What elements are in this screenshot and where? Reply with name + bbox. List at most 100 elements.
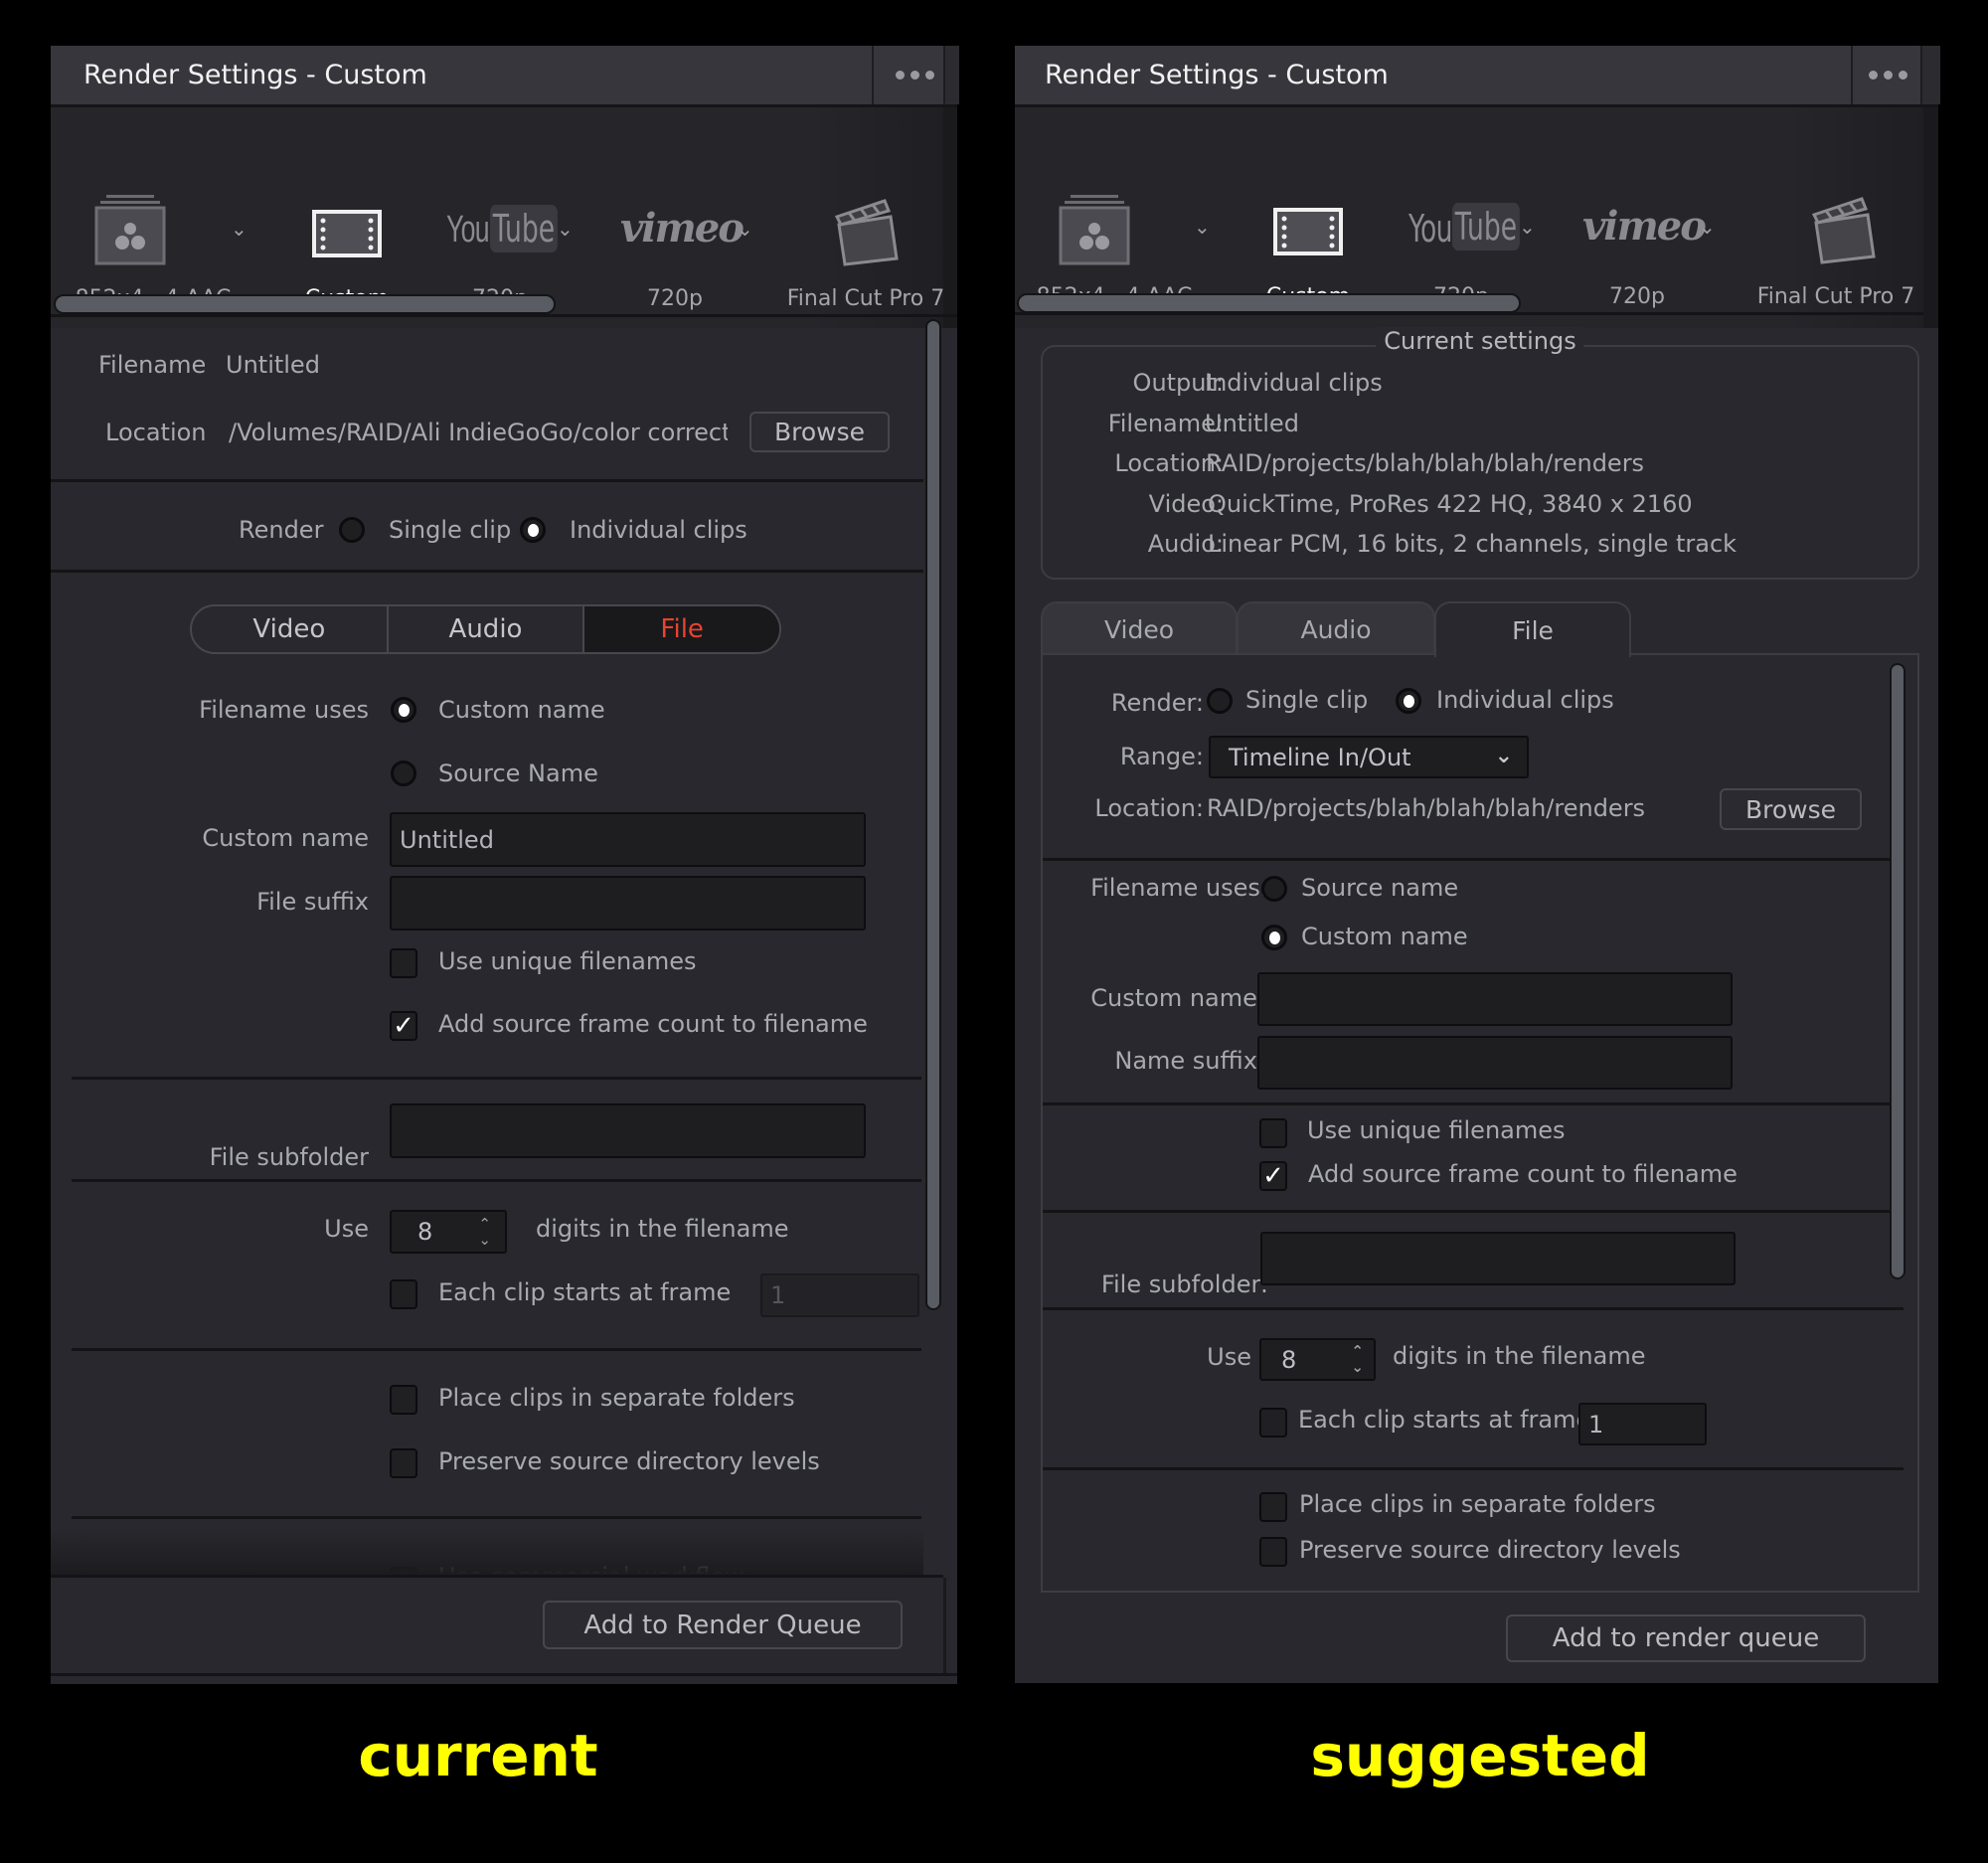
- render-individual-clips-radio[interactable]: [1396, 688, 1421, 714]
- separate-folders-checkbox[interactable]: [1259, 1492, 1287, 1522]
- name-suffix-input[interactable]: [1257, 1036, 1733, 1090]
- divider: [72, 1077, 921, 1080]
- digits-stepper[interactable]: 8 ⌃ ⌄: [390, 1210, 507, 1254]
- file-subfolder-input[interactable]: [390, 1103, 866, 1158]
- separate-folders-label[interactable]: Place clips in separate folders: [438, 1384, 795, 1412]
- render-individual-clips-radio[interactable]: [520, 517, 546, 543]
- custom-name-option-label[interactable]: Custom name: [438, 696, 605, 724]
- scroll-fade: [51, 1527, 923, 1575]
- render-individual-clips-label[interactable]: Individual clips: [570, 516, 747, 544]
- tab-audio[interactable]: Audio: [389, 606, 585, 652]
- filename-uses-label: Filename uses:: [1090, 874, 1268, 902]
- settings-vertical-scrollbar[interactable]: [925, 319, 941, 1310]
- custom-name-radio[interactable]: [1261, 925, 1287, 950]
- add-frame-count-label[interactable]: Add source frame count to filename: [1308, 1160, 1738, 1188]
- add-frame-count-label[interactable]: Add source frame count to filename: [438, 1010, 868, 1038]
- render-single-clip-radio[interactable]: [339, 517, 365, 543]
- panel-header: Render Settings - Custom: [1015, 46, 1940, 107]
- tab-video[interactable]: Video: [1041, 601, 1238, 655]
- preset-dropdown-chevron-icon[interactable]: ⌄: [1194, 215, 1211, 239]
- preset-final-cut-pro-7[interactable]: [1808, 197, 1878, 264]
- footer-edge: [943, 1578, 946, 1673]
- vimeo-logo[interactable]: vimeo: [620, 205, 745, 252]
- footer-divider: [51, 1575, 943, 1578]
- each-clip-starts-label[interactable]: Each clip starts at frame: [1298, 1406, 1590, 1434]
- separate-folders-label[interactable]: Place clips in separate folders: [1299, 1490, 1656, 1518]
- preset-852x4-aac[interactable]: [90, 195, 170, 266]
- film-strip-icon: [312, 210, 382, 257]
- ellipsis-icon: [1868, 71, 1907, 80]
- summary-filename-value: Untitled: [1205, 410, 1299, 437]
- preset-dropdown-chevron-icon[interactable]: ⌄: [231, 217, 248, 241]
- preset-horizontal-scrollbar[interactable]: [54, 294, 556, 314]
- use-digits-prefix: Use: [324, 1215, 369, 1243]
- tab-audio[interactable]: Audio: [1237, 601, 1435, 655]
- tab-file[interactable]: File: [1434, 601, 1631, 657]
- use-unique-filenames-checkbox[interactable]: [390, 948, 417, 978]
- use-unique-filenames-label[interactable]: Use unique filenames: [438, 947, 697, 975]
- preset-dropdown-chevron-icon[interactable]: ⌄: [1519, 215, 1536, 239]
- each-clip-starts-checkbox[interactable]: [1259, 1408, 1287, 1438]
- location-label: Location:: [1094, 794, 1204, 822]
- browse-button[interactable]: Browse: [1720, 788, 1862, 830]
- preset-horizontal-scrollbar[interactable]: [1017, 293, 1521, 313]
- preset-custom[interactable]: [312, 210, 382, 257]
- preset-label: Final Cut Pro 7: [1756, 284, 1915, 309]
- youtube-logo-you: You: [1408, 207, 1452, 251]
- source-name-radio[interactable]: [391, 761, 416, 786]
- preset-852x4-aac[interactable]: [1055, 195, 1134, 266]
- youtube-logo-you: You: [446, 209, 489, 251]
- youtube-logo[interactable]: You Tube: [446, 205, 558, 256]
- options-menu-button[interactable]: [1851, 46, 1922, 104]
- start-frame-input[interactable]: 1: [760, 1273, 919, 1317]
- render-single-clip-radio[interactable]: [1207, 688, 1233, 714]
- preset-final-cut-pro-7[interactable]: [831, 199, 901, 266]
- custom-name-input[interactable]: [1257, 972, 1733, 1026]
- add-to-render-queue-button[interactable]: Add to Render Queue: [543, 1601, 903, 1649]
- preset-dropdown-chevron-icon[interactable]: ⌄: [737, 217, 753, 241]
- browse-button[interactable]: Browse: [749, 412, 890, 452]
- add-to-render-queue-button[interactable]: Add to render queue: [1506, 1614, 1866, 1662]
- use-unique-filenames-label[interactable]: Use unique filenames: [1307, 1116, 1566, 1144]
- separate-folders-checkbox[interactable]: [390, 1385, 417, 1415]
- preset-dropdown-chevron-icon[interactable]: ⌄: [1699, 215, 1716, 239]
- file-suffix-input[interactable]: [390, 876, 866, 931]
- filename-value: Untitled: [226, 351, 320, 379]
- custom-name-input[interactable]: Untitled: [390, 812, 866, 867]
- preserve-directory-levels-label[interactable]: Preserve source directory levels: [438, 1447, 820, 1475]
- summary-audio-label: Audio:: [1147, 530, 1224, 558]
- tab-file[interactable]: File: [584, 606, 779, 652]
- render-single-clip-label[interactable]: Single clip: [389, 516, 511, 544]
- start-frame-input[interactable]: 1: [1578, 1403, 1707, 1445]
- clapperboard-icon: [834, 199, 899, 266]
- source-name-option-label[interactable]: Source Name: [438, 760, 598, 787]
- each-clip-starts-checkbox[interactable]: [390, 1279, 417, 1309]
- source-name-radio[interactable]: [1261, 876, 1287, 902]
- add-frame-count-checkbox[interactable]: ✓: [1259, 1161, 1287, 1191]
- use-unique-filenames-checkbox[interactable]: [1259, 1118, 1287, 1148]
- preset-custom[interactable]: [1273, 208, 1343, 255]
- location-value: /Volumes/RAID/Ali IndieGoGo/color correc…: [229, 419, 728, 446]
- stepper-arrows-icon[interactable]: ⌃ ⌄: [478, 1216, 491, 1248]
- file-tab-vertical-scrollbar[interactable]: [1890, 663, 1905, 1279]
- tab-video[interactable]: Video: [192, 606, 389, 652]
- digits-stepper[interactable]: 8 ⌃ ⌄: [1259, 1338, 1376, 1381]
- custom-name-radio[interactable]: [391, 697, 416, 723]
- preserve-directory-levels-label[interactable]: Preserve source directory levels: [1299, 1536, 1681, 1564]
- preset-dropdown-chevron-icon[interactable]: ⌄: [557, 217, 574, 241]
- stepper-arrows-icon[interactable]: ⌃ ⌄: [1351, 1343, 1364, 1375]
- source-name-option-label[interactable]: Source name: [1301, 874, 1458, 902]
- summary-video-value: QuickTime, ProRes 422 HQ, 3840 x 2160: [1208, 490, 1693, 518]
- custom-name-option-label[interactable]: Custom name: [1301, 923, 1468, 950]
- render-single-clip-label[interactable]: Single clip: [1245, 686, 1368, 714]
- add-frame-count-checkbox[interactable]: ✓: [390, 1011, 417, 1041]
- file-subfolder-input[interactable]: [1260, 1232, 1736, 1285]
- vimeo-logo[interactable]: vimeo: [1582, 203, 1707, 250]
- render-individual-clips-label[interactable]: Individual clips: [1436, 686, 1614, 714]
- preserve-directory-levels-checkbox[interactable]: [1259, 1537, 1287, 1567]
- youtube-logo[interactable]: You Tube: [1408, 203, 1520, 254]
- preserve-directory-levels-checkbox[interactable]: [390, 1448, 417, 1478]
- header-edge: [1920, 46, 1940, 104]
- each-clip-starts-label[interactable]: Each clip starts at frame: [438, 1278, 731, 1306]
- range-dropdown[interactable]: Timeline In/Out ⌄: [1209, 736, 1529, 778]
